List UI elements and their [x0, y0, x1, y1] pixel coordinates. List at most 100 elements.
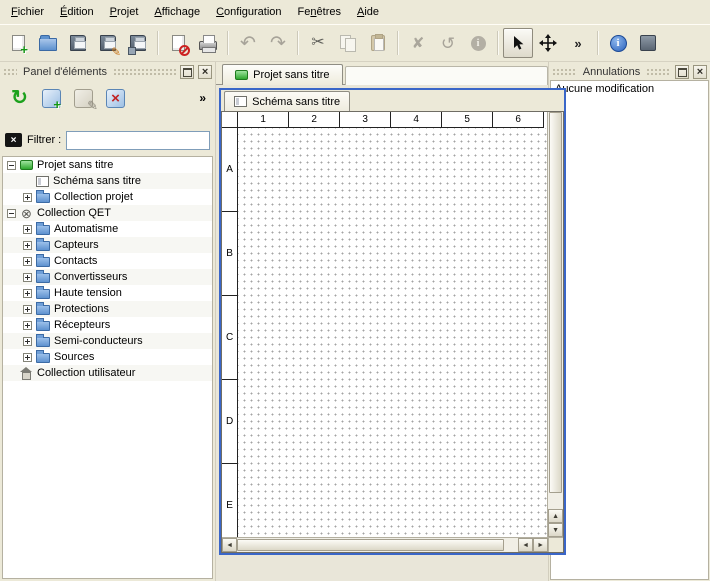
- select-tool-button[interactable]: [503, 28, 533, 58]
- menu-item-configuration[interactable]: Configuration: [208, 2, 289, 22]
- menu-item-fenetres[interactable]: Fenêtres: [290, 2, 349, 22]
- save-as-button[interactable]: [93, 28, 123, 58]
- menu-item-edition[interactable]: Édition: [52, 2, 102, 22]
- undo-icon: [240, 34, 256, 53]
- tree-item-collection-projet[interactable]: Collection projet: [3, 189, 212, 205]
- move-tool-button[interactable]: [533, 28, 563, 58]
- horizontal-scroll-track[interactable]: [237, 538, 518, 552]
- tree-item-label: Collection QET: [37, 207, 111, 219]
- expand-icon[interactable]: [23, 353, 32, 362]
- project-icon: [20, 160, 33, 170]
- edit-element-button[interactable]: [70, 85, 97, 112]
- tree-item-collection-qet[interactable]: Collection QET: [3, 205, 212, 221]
- expand-icon[interactable]: [23, 321, 32, 330]
- vertical-scroll-track[interactable]: [548, 112, 563, 509]
- scroll-down-button[interactable]: [548, 523, 563, 537]
- horizontal-scroll-thumb[interactable]: [237, 539, 504, 551]
- elements-panel-toolbar: »: [0, 80, 215, 116]
- diagram-info-button[interactable]: [463, 28, 493, 58]
- close-project-button[interactable]: [163, 28, 193, 58]
- menu-label: Fe: [298, 6, 311, 18]
- clipped-toolbar-button[interactable]: [633, 28, 663, 58]
- filter-input[interactable]: [66, 131, 210, 150]
- schema-canvas[interactable]: [238, 128, 547, 537]
- vertical-scrollbar[interactable]: [547, 112, 563, 537]
- expand-icon[interactable]: [23, 257, 32, 266]
- dock-float-button[interactable]: [180, 65, 194, 79]
- tree-item-collection-utilisateur[interactable]: Collection utilisateur: [3, 365, 212, 381]
- reload-collections-button[interactable]: [6, 85, 33, 112]
- undo-button[interactable]: [233, 28, 263, 58]
- about-info-button[interactable]: [603, 28, 633, 58]
- expand-icon[interactable]: [23, 289, 32, 298]
- tree-item-label: Haute tension: [54, 287, 122, 299]
- tree-item-sources[interactable]: Sources: [3, 349, 212, 365]
- tree-item-schema[interactable]: Schéma sans titre: [3, 173, 212, 189]
- new-element-button[interactable]: [38, 85, 65, 112]
- clear-filter-icon[interactable]: [5, 133, 22, 147]
- paste-button[interactable]: [363, 28, 393, 58]
- expand-icon[interactable]: [23, 305, 32, 314]
- scroll-left-button-2[interactable]: [518, 538, 533, 552]
- menu-item-aide[interactable]: Aide: [349, 2, 387, 22]
- tree-item-recepteurs[interactable]: Récepteurs: [3, 317, 212, 333]
- horizontal-scrollbar[interactable]: [222, 537, 563, 552]
- folder-icon: [36, 241, 50, 251]
- expand-icon[interactable]: [23, 225, 32, 234]
- dock-close-button[interactable]: [198, 65, 212, 79]
- folder-icon: [36, 225, 50, 235]
- copy-button[interactable]: [333, 28, 363, 58]
- scroll-right-button[interactable]: [533, 538, 548, 552]
- rotate-button[interactable]: [433, 28, 463, 58]
- cursor-arrow-icon: [510, 35, 526, 51]
- main-area: Panel d'éléments » Filtrer : Projet sans…: [0, 62, 710, 581]
- open-project-button[interactable]: [33, 28, 63, 58]
- redo-button[interactable]: [263, 28, 293, 58]
- tree-item-label: Convertisseurs: [54, 271, 127, 283]
- tree-item-semi-conducteurs[interactable]: Semi-conducteurs: [3, 333, 212, 349]
- menubar: Fichier Édition Projet Affichage Configu…: [0, 0, 710, 24]
- tree-item-project[interactable]: Projet sans titre: [3, 157, 212, 173]
- collapse-icon[interactable]: [7, 209, 16, 218]
- tree-item-haute-tension[interactable]: Haute tension: [3, 285, 212, 301]
- toolbar-separator: [497, 31, 499, 55]
- save-all-button[interactable]: [123, 28, 153, 58]
- save-button[interactable]: [63, 28, 93, 58]
- tab-schema-sans-titre[interactable]: Schéma sans titre: [224, 91, 350, 111]
- panel-overflow-button[interactable]: »: [199, 91, 209, 105]
- elements-tree: Projet sans titre Schéma sans titre Coll…: [2, 156, 213, 579]
- menu-label: onfiguration: [224, 6, 282, 18]
- expand-icon[interactable]: [23, 241, 32, 250]
- elements-panel-titlebar[interactable]: Panel d'éléments: [0, 62, 215, 80]
- menu-item-affichage[interactable]: Affichage: [146, 2, 208, 22]
- cut-button[interactable]: [303, 28, 333, 58]
- menu-item-fichier[interactable]: Fichier: [3, 2, 52, 22]
- new-project-button[interactable]: [3, 28, 33, 58]
- expand-icon[interactable]: [23, 273, 32, 282]
- expand-icon[interactable]: [23, 193, 32, 202]
- tab-projet-sans-titre[interactable]: Projet sans titre: [222, 64, 342, 85]
- delete-element-button[interactable]: [102, 85, 129, 112]
- tree-item-automatisme[interactable]: Automatisme: [3, 221, 212, 237]
- collapse-icon[interactable]: [7, 161, 16, 170]
- tree-item-label: Collection projet: [54, 191, 133, 203]
- undo-dock-titlebar[interactable]: Annulations: [549, 62, 710, 80]
- dock-float-button[interactable]: [675, 65, 689, 79]
- tree-item-protections[interactable]: Protections: [3, 301, 212, 317]
- vertical-scroll-thumb[interactable]: [549, 112, 562, 493]
- plus-badge-icon: [20, 45, 28, 54]
- print-button[interactable]: [193, 28, 223, 58]
- schema-icon: [234, 96, 247, 107]
- menu-item-projet[interactable]: Projet: [102, 2, 147, 22]
- tree-item-capteurs[interactable]: Capteurs: [3, 237, 212, 253]
- undo-list[interactable]: Aucune modification: [550, 80, 709, 580]
- scroll-up-button[interactable]: [548, 509, 563, 523]
- tree-item-convertisseurs[interactable]: Convertisseurs: [3, 269, 212, 285]
- expand-icon[interactable]: [23, 337, 32, 346]
- scroll-left-button[interactable]: [222, 538, 237, 552]
- printer-icon: [199, 41, 217, 50]
- tree-item-contacts[interactable]: Contacts: [3, 253, 212, 269]
- toolbar-overflow-button[interactable]: »: [563, 28, 593, 58]
- delete-button[interactable]: [403, 28, 433, 58]
- dock-close-button[interactable]: [693, 65, 707, 79]
